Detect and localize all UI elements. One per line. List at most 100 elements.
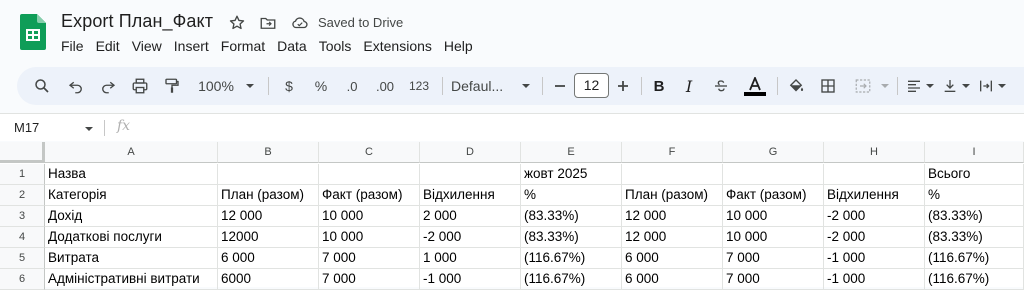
cell-f3[interactable]: 12 000 — [622, 206, 723, 227]
column-header-g[interactable]: G — [723, 142, 824, 163]
zoom-select[interactable]: 100% — [193, 67, 239, 105]
increase-font-size-icon[interactable] — [611, 67, 635, 105]
cell-e5[interactable]: (116.67%) — [521, 248, 622, 269]
cell-g5[interactable]: 7 000 — [723, 248, 824, 269]
cell-c4[interactable]: 10 000 — [319, 227, 420, 248]
cell-d5[interactable]: 1 000 — [420, 248, 521, 269]
text-color-icon[interactable] — [741, 67, 769, 105]
cell-c1[interactable] — [319, 164, 420, 185]
cell-h4[interactable]: -2 000 — [824, 227, 925, 248]
undo-icon[interactable] — [63, 67, 89, 105]
borders-icon[interactable] — [815, 67, 841, 105]
document-title[interactable]: Export План_Факт — [61, 11, 213, 32]
font-family-select[interactable]: Defaul... — [451, 67, 517, 105]
vertical-align-icon[interactable] — [939, 67, 961, 105]
chevron-down-icon[interactable] — [519, 67, 533, 105]
cell-f1[interactable] — [622, 164, 723, 185]
star-icon[interactable] — [228, 14, 246, 32]
column-header-b[interactable]: B — [218, 142, 319, 163]
row-header-2[interactable]: 2 — [0, 185, 45, 206]
percent-format-button[interactable]: % — [309, 67, 333, 105]
redo-icon[interactable] — [95, 67, 121, 105]
row-header-3[interactable]: 3 — [0, 206, 45, 227]
cell-b1[interactable] — [218, 164, 319, 185]
cell-g3[interactable]: 10 000 — [723, 206, 824, 227]
bold-icon[interactable]: B — [647, 67, 671, 105]
text-wrapping-icon[interactable] — [975, 67, 997, 105]
row-header-1[interactable]: 1 — [0, 164, 45, 185]
chevron-down-icon[interactable] — [960, 67, 972, 105]
search-menus-icon[interactable] — [29, 67, 55, 105]
merge-cells-icon[interactable] — [849, 67, 877, 105]
cell-a5[interactable]: Витрата — [45, 248, 218, 269]
decrease-decimal-button[interactable]: .0 — [339, 67, 365, 105]
number-format-button[interactable]: 123 — [404, 67, 434, 105]
menu-data[interactable]: Data — [271, 36, 313, 56]
cell-b5[interactable]: 6 000 — [218, 248, 319, 269]
menu-insert[interactable]: Insert — [168, 36, 215, 56]
chevron-down-icon[interactable] — [924, 67, 936, 105]
cell-g1[interactable] — [723, 164, 824, 185]
column-header-a[interactable]: A — [45, 142, 218, 163]
cell-b4[interactable]: 12000 — [218, 227, 319, 248]
cell-c5[interactable]: 7 000 — [319, 248, 420, 269]
cell-e1[interactable]: жовт 2025 — [521, 164, 622, 185]
italic-icon[interactable]: I — [677, 67, 701, 105]
column-header-h[interactable]: H — [824, 142, 925, 163]
cell-a3[interactable]: Дохід — [45, 206, 218, 227]
strikethrough-icon[interactable] — [709, 67, 733, 105]
column-header-c[interactable]: C — [319, 142, 420, 163]
decrease-font-size-icon[interactable] — [549, 67, 571, 105]
cell-h5[interactable]: -1 000 — [824, 248, 925, 269]
cell-h3[interactable]: -2 000 — [824, 206, 925, 227]
cell-i3[interactable]: (83.33%) — [925, 206, 1024, 227]
cell-d1[interactable] — [420, 164, 521, 185]
cell-e4[interactable]: (83.33%) — [521, 227, 622, 248]
cell-i4[interactable]: (83.33%) — [925, 227, 1024, 248]
column-header-d[interactable]: D — [420, 142, 521, 163]
column-header-f[interactable]: F — [622, 142, 723, 163]
cell-i2[interactable]: % — [925, 185, 1024, 206]
cell-f2[interactable]: План (разом) — [622, 185, 723, 206]
menu-file[interactable]: File — [55, 36, 90, 56]
menu-help[interactable]: Help — [438, 36, 479, 56]
cell-h2[interactable]: Відхилення — [824, 185, 925, 206]
cell-i1[interactable]: Всього — [925, 164, 1024, 185]
menu-extensions[interactable]: Extensions — [357, 36, 437, 56]
cell-d4[interactable]: -2 000 — [420, 227, 521, 248]
select-all-corner[interactable] — [0, 142, 45, 163]
increase-decimal-button[interactable]: .00 — [370, 67, 400, 105]
cell-e2[interactable]: % — [521, 185, 622, 206]
cell-f5[interactable]: 6 000 — [622, 248, 723, 269]
cell-d3[interactable]: 2 000 — [420, 206, 521, 227]
sheets-logo-icon[interactable] — [20, 14, 46, 50]
font-size-input[interactable]: 12 — [574, 73, 609, 98]
column-header-i[interactable]: I — [925, 142, 1024, 163]
fill-color-icon[interactable] — [783, 67, 809, 105]
cell-h1[interactable] — [824, 164, 925, 185]
cell-f4[interactable]: 12 000 — [622, 227, 723, 248]
cell-c3[interactable]: 10 000 — [319, 206, 420, 227]
row-header-5[interactable]: 5 — [0, 248, 45, 269]
cell-i5[interactable]: (116.67%) — [925, 248, 1024, 269]
cell-g4[interactable]: 10 000 — [723, 227, 824, 248]
chevron-down-icon[interactable] — [84, 124, 94, 134]
menu-edit[interactable]: Edit — [90, 36, 126, 56]
name-box[interactable]: M17 — [14, 120, 39, 135]
cell-d2[interactable]: Відхилення — [420, 185, 521, 206]
cell-g2[interactable]: Факт (разом) — [723, 185, 824, 206]
cell-a4[interactable]: Додаткові послуги — [45, 227, 218, 248]
paint-format-icon[interactable] — [159, 67, 185, 105]
move-folder-icon[interactable] — [259, 14, 277, 32]
column-header-e[interactable]: E — [521, 142, 622, 163]
chevron-down-icon[interactable] — [996, 67, 1008, 105]
horizontal-align-icon[interactable] — [903, 67, 925, 105]
cell-b2[interactable]: План (разом) — [218, 185, 319, 206]
cell-e3[interactable]: (83.33%) — [521, 206, 622, 227]
row-header-4[interactable]: 4 — [0, 227, 45, 248]
currency-format-button[interactable]: $ — [277, 67, 301, 105]
menu-view[interactable]: View — [126, 36, 168, 56]
chevron-down-icon[interactable] — [243, 67, 257, 105]
print-icon[interactable] — [127, 67, 153, 105]
menu-format[interactable]: Format — [215, 36, 271, 56]
